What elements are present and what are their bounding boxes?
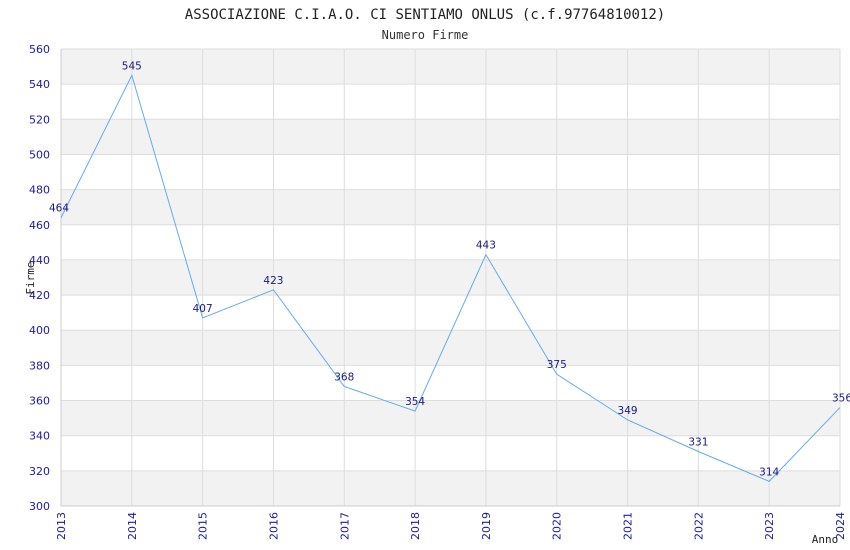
plot-bands [61, 49, 840, 506]
chart-subtitle: Numero Firme [382, 28, 469, 42]
y-tick-label: 340 [29, 430, 50, 443]
x-tick-label: 2020 [551, 512, 564, 540]
x-tick-label: 2017 [338, 512, 351, 540]
y-tick-label: 320 [29, 465, 50, 478]
y-tick-label: 460 [29, 219, 50, 232]
line-chart: ASSOCIAZIONE C.I.A.O. CI SENTIAMO ONLUS … [24, 7, 850, 546]
x-tick-label: 2018 [409, 512, 422, 540]
data-label: 368 [334, 371, 354, 383]
data-label: 407 [193, 303, 213, 315]
y-tick-label: 560 [29, 43, 50, 56]
y-tick-label: 380 [29, 359, 50, 372]
x-tick-label: 2019 [480, 512, 493, 540]
plot-band [61, 470, 840, 506]
x-tick-label: 2016 [267, 512, 280, 540]
plot-band [61, 330, 840, 366]
x-tick-label: 2023 [763, 512, 776, 540]
plot-band [61, 49, 840, 85]
data-label: 423 [263, 275, 283, 287]
data-label: 443 [476, 240, 496, 252]
y-tick-label: 540 [29, 78, 50, 91]
x-axis-label: Anno [812, 533, 839, 546]
x-tick-label: 2021 [622, 512, 635, 540]
data-label: 349 [618, 405, 638, 417]
x-axis-ticks: 2013 2014 2015 2016 2017 2018 2019 2020 2021 2022… [55, 512, 847, 540]
plot-band [61, 189, 840, 225]
y-tick-label: 520 [29, 113, 50, 126]
data-label: 356 [832, 393, 850, 405]
data-label: 331 [688, 437, 708, 449]
y-tick-label: 300 [29, 500, 50, 513]
y-tick-label: 500 [29, 148, 50, 161]
plot-band [61, 400, 840, 436]
data-label: 314 [759, 466, 779, 478]
plot-band [61, 119, 840, 155]
data-label: 464 [49, 203, 69, 215]
y-tick-label: 400 [29, 324, 50, 337]
chart-title: ASSOCIAZIONE C.I.A.O. CI SENTIAMO ONLUS … [185, 7, 665, 23]
data-label: 354 [405, 396, 425, 408]
x-tick-label: 2013 [55, 512, 68, 540]
y-tick-label: 480 [29, 184, 50, 197]
x-tick-label: 2014 [126, 512, 139, 540]
data-label: 545 [122, 60, 142, 72]
plot-band [61, 259, 840, 296]
data-label: 375 [547, 359, 567, 371]
y-axis-label: Firme [24, 261, 37, 294]
x-tick-label: 2015 [197, 512, 210, 540]
y-tick-label: 360 [29, 395, 50, 408]
x-tick-label: 2022 [692, 512, 705, 540]
